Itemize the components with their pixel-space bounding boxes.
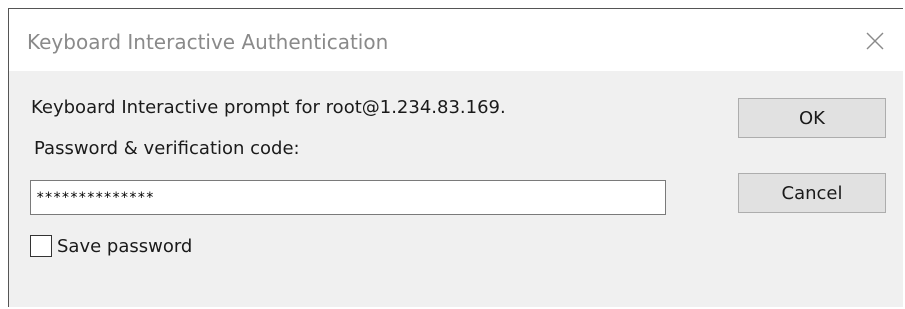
title-bar: Keyboard Interactive Authentication bbox=[9, 9, 903, 71]
close-button[interactable] bbox=[857, 23, 893, 59]
prompt-text: Keyboard Interactive prompt for root@1.2… bbox=[31, 97, 506, 118]
save-password-option[interactable]: Save password bbox=[30, 233, 192, 259]
cancel-button[interactable]: Cancel bbox=[738, 173, 886, 213]
close-icon bbox=[866, 32, 884, 50]
auth-dialog: Keyboard Interactive Authentication Keyb… bbox=[8, 8, 903, 307]
password-field-label: Password & verification code: bbox=[34, 138, 300, 159]
ok-button[interactable]: OK bbox=[738, 98, 886, 138]
password-input[interactable] bbox=[30, 180, 666, 215]
dialog-title: Keyboard Interactive Authentication bbox=[27, 30, 389, 54]
save-password-label[interactable]: Save password bbox=[57, 236, 192, 257]
save-password-checkbox[interactable] bbox=[30, 235, 52, 257]
